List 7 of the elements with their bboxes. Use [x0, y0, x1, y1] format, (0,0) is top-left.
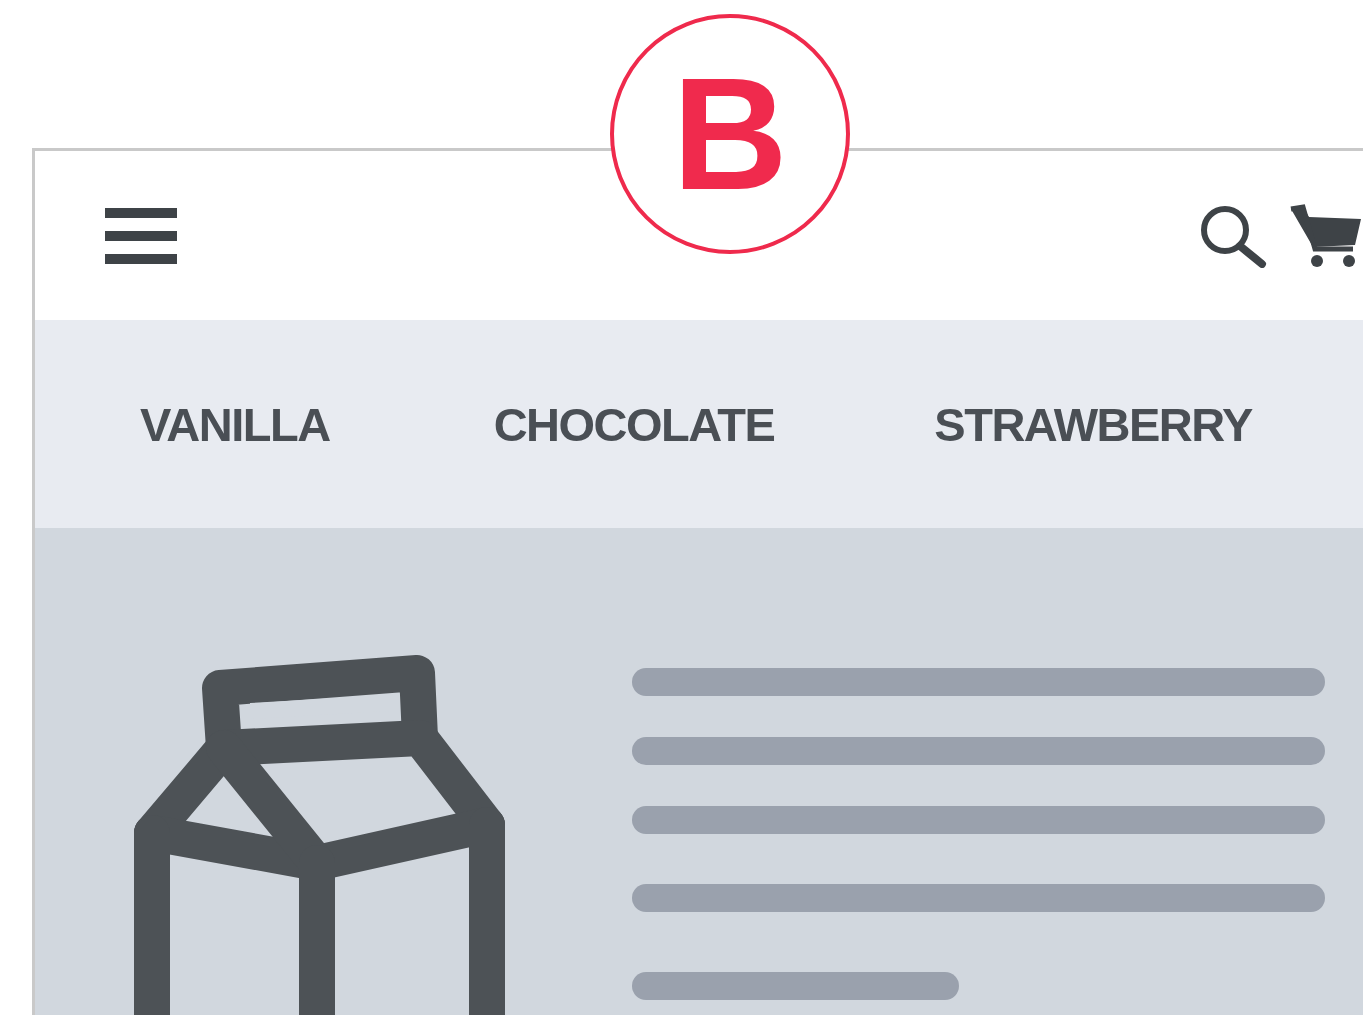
category-tab[interactable]: CHOCOLATE [493, 396, 775, 452]
search-icon[interactable] [1199, 203, 1267, 268]
menu-icon[interactable] [105, 207, 177, 264]
cart-icon[interactable] [1289, 202, 1363, 269]
category-tab[interactable]: VANILLA [140, 396, 330, 452]
category-tab[interactable]: STRAWBERRY [934, 396, 1252, 452]
version-badge: B [610, 14, 850, 254]
